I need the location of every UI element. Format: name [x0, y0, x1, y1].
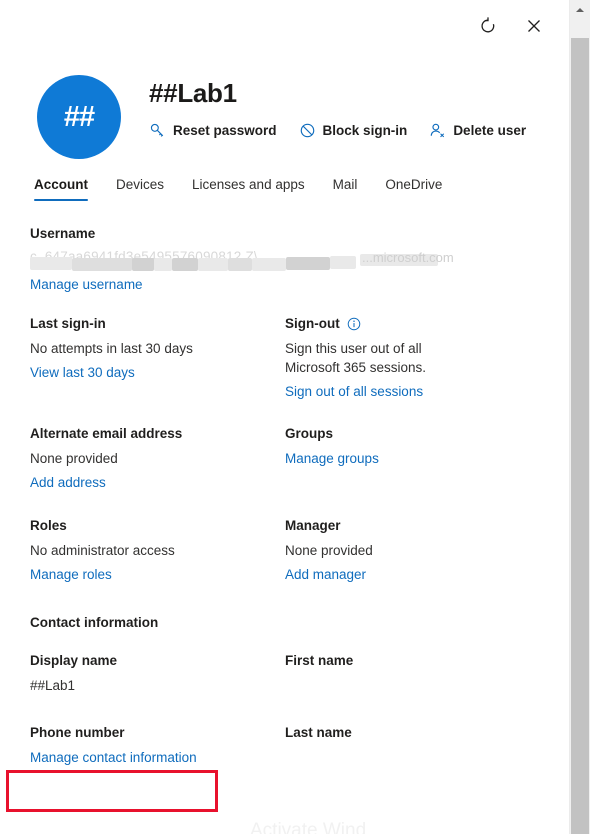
scrollbar-thumb[interactable]	[571, 38, 589, 834]
key-icon	[150, 123, 164, 137]
last-name-value	[285, 748, 540, 767]
vertical-scrollbar[interactable]	[569, 0, 590, 834]
add-manager-link[interactable]: Add manager	[285, 565, 366, 584]
email-groups-section: Alternate email address None provided Ad…	[0, 425, 570, 492]
reset-password-label: Reset password	[173, 123, 277, 138]
delete-user-label: Delete user	[453, 123, 527, 138]
user-details-panel: ## ##Lab1 Reset password Block sign-in D…	[0, 0, 570, 834]
signin-signout-section: Last sign-in No attempts in last 30 days…	[0, 315, 570, 401]
info-icon[interactable]	[347, 317, 361, 331]
close-button[interactable]	[518, 10, 550, 42]
roles-field: Roles No administrator access Manage rol…	[30, 517, 285, 584]
avatar: ##	[37, 75, 121, 159]
manage-groups-link[interactable]: Manage groups	[285, 449, 379, 468]
groups-label: Groups	[285, 426, 334, 441]
signout-label-row: Sign-out	[285, 315, 540, 332]
block-signin-label: Block sign-in	[322, 123, 408, 138]
annotation-highlight-box	[6, 770, 218, 812]
last-signin-label: Last sign-in	[30, 316, 106, 331]
display-name-label: Display name	[30, 653, 118, 668]
signout-description: Sign this user out of all Microsoft 365 …	[285, 341, 427, 375]
first-name-value	[285, 676, 540, 695]
contact-information-heading: Contact information	[30, 615, 159, 630]
tab-account[interactable]: Account	[30, 177, 102, 201]
names-section: Display name ##Lab1 First name	[0, 652, 570, 700]
chevron-up-icon	[576, 8, 584, 12]
alternate-email-field: Alternate email address None provided Ad…	[30, 425, 285, 492]
tab-devices[interactable]: Devices	[102, 177, 178, 201]
phone-lastname-section: Phone number Manage contact information …	[0, 724, 570, 772]
manage-contact-information-link[interactable]: Manage contact information	[30, 748, 197, 767]
close-icon	[528, 20, 540, 32]
tab-licenses-and-apps[interactable]: Licenses and apps	[178, 177, 319, 201]
user-action-bar: Reset password Block sign-in Delete user	[149, 122, 526, 139]
roles-value: No administrator access	[30, 543, 175, 558]
username-value-redacted: c .647aa6941fd3e5495576090812 Z\ ...micr…	[30, 249, 460, 271]
signout-label: Sign-out	[285, 316, 340, 331]
block-icon	[300, 123, 314, 138]
first-name-field: First name	[285, 652, 540, 700]
username-label: Username	[30, 226, 96, 241]
display-name-value: ##Lab1	[30, 678, 76, 693]
person-delete-icon	[431, 123, 445, 138]
signout-field: Sign-out Sign this user out of all Micro…	[285, 315, 540, 401]
phone-number-label: Phone number	[30, 725, 125, 740]
last-signin-value: No attempts in last 30 days	[30, 341, 193, 356]
last-signin-field: Last sign-in No attempts in last 30 days…	[30, 315, 285, 401]
alternate-email-value: None provided	[30, 451, 118, 466]
block-signin-button[interactable]: Block sign-in	[299, 122, 408, 139]
account-tab-content: Username c .647aa6941fd3e5495576090812 Z…	[0, 225, 570, 772]
panel-command-bar	[472, 10, 550, 42]
first-name-label: First name	[285, 653, 354, 668]
roles-label: Roles	[30, 518, 67, 533]
manage-username-link[interactable]: Manage username	[30, 275, 143, 294]
reset-password-button[interactable]: Reset password	[149, 122, 277, 139]
refresh-icon	[481, 17, 495, 33]
display-name-field: Display name ##Lab1	[30, 652, 285, 700]
manager-label: Manager	[285, 518, 341, 533]
tab-mail[interactable]: Mail	[319, 177, 372, 201]
delete-user-button[interactable]: Delete user	[429, 122, 526, 139]
tab-onedrive[interactable]: OneDrive	[371, 177, 456, 201]
groups-field: Groups Manage groups	[285, 425, 540, 492]
view-last-30-days-link[interactable]: View last 30 days	[30, 363, 135, 382]
manager-value: None provided	[285, 543, 373, 558]
username-section: Username c .647aa6941fd3e5495576090812 Z…	[0, 225, 570, 294]
add-address-link[interactable]: Add address	[30, 473, 106, 492]
username-domain-tail: ...microsoft.com	[362, 250, 454, 265]
alternate-email-label: Alternate email address	[30, 426, 183, 441]
refresh-button[interactable]	[472, 10, 504, 42]
sign-out-all-sessions-link[interactable]: Sign out of all sessions	[285, 382, 423, 401]
phone-number-field: Phone number Manage contact information	[30, 724, 285, 772]
manage-roles-link[interactable]: Manage roles	[30, 565, 112, 584]
tab-bar: Account Devices Licenses and apps Mail O…	[30, 177, 456, 201]
manager-field: Manager None provided Add manager	[285, 517, 540, 584]
last-name-field: Last name	[285, 724, 540, 772]
last-name-label: Last name	[285, 725, 352, 740]
activate-windows-watermark: Activate Wind	[250, 820, 367, 834]
user-header: ## ##Lab1 Reset password Block sign-in D…	[0, 62, 570, 180]
scroll-up-button[interactable]	[570, 0, 590, 20]
roles-manager-section: Roles No administrator access Manage rol…	[0, 517, 570, 584]
page-title: ##Lab1	[149, 78, 237, 108]
